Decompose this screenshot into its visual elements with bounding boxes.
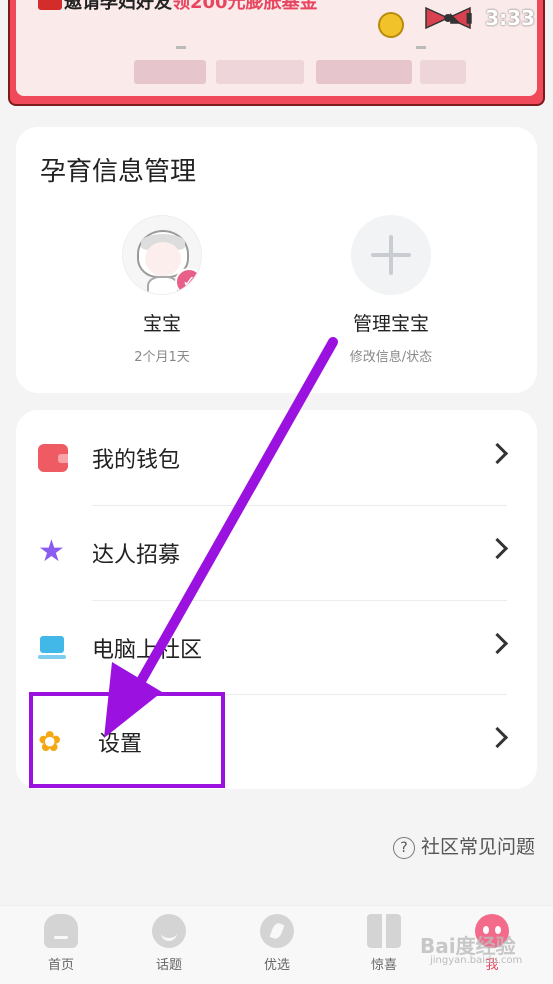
chevron-right-icon [486, 726, 509, 749]
laptop-screen [40, 636, 64, 653]
check-badge-icon: ✓ [175, 268, 201, 294]
watermark-url: jingyan.baidu.com [430, 955, 523, 966]
tab-home[interactable]: 首页 [21, 914, 101, 973]
menu-item-label: 电脑上社区 [92, 638, 203, 663]
red-envelope-icon [38, 0, 62, 10]
chevron-right-icon [486, 442, 509, 465]
plus-icon-bar [371, 253, 411, 257]
tab-label: 首页 [47, 958, 74, 973]
manage-baby[interactable]: 管理宝宝 修改信息/状态 [301, 215, 481, 365]
tab-topics[interactable]: 话题 [129, 914, 209, 973]
faq-link[interactable]: ? 社区常见问题 [392, 832, 535, 859]
add-baby-button[interactable] [351, 215, 431, 295]
avatar-face [145, 242, 181, 276]
tab-label: 惊喜 [370, 958, 397, 973]
leaf-icon [260, 914, 294, 948]
banner-blurred-text [420, 60, 466, 84]
annotation-highlight-box [29, 692, 225, 788]
promo-banner[interactable]: 邀请孕妇好友领200元膨胀基金 ◣ ▮ 3:33 [8, 0, 545, 106]
baby-profile[interactable]: ✓ 宝宝 2个月1天 [72, 215, 252, 365]
banner-text-prefix: 邀请孕妇好友 [64, 0, 172, 13]
question-icon: ? [392, 836, 415, 859]
menu-item-pc-community[interactable]: 电脑上社区 [16, 600, 537, 695]
banner-blurred-text [216, 60, 304, 84]
menu-item-recruit[interactable]: ★ 达人招募 [16, 505, 537, 600]
chat-bubble-icon [152, 914, 186, 948]
banner-blurred-text [134, 60, 206, 84]
tab-picks[interactable]: 优选 [237, 914, 317, 973]
tab-label: 话题 [155, 958, 182, 973]
baby-name: 宝宝 [142, 313, 181, 335]
banner-text-highlight: 领200元膨胀基金 [172, 0, 318, 13]
wallet-icon [38, 444, 68, 472]
banner-dash [176, 46, 186, 49]
faq-label: 社区常见问题 [420, 836, 535, 858]
gift-icon [367, 914, 401, 948]
banner-blurred-text [316, 60, 412, 84]
banner-dash [416, 46, 426, 49]
tab-surprise[interactable]: 惊喜 [344, 914, 424, 973]
status-time: 3:33 [485, 6, 535, 30]
coin-icon [374, 8, 408, 42]
manage-baby-label: 管理宝宝 [352, 313, 429, 335]
status-icons: ◣ ▮ [450, 10, 473, 26]
pregnancy-info-card: 孕育信息管理 ✓ 宝宝 2个月1天 管理宝宝 修改信息/状态 [16, 127, 537, 393]
laptop-base [38, 655, 66, 659]
pregnancy-card-title: 孕育信息管理 [40, 157, 197, 187]
menu-item-wallet[interactable]: 我的钱包 [16, 410, 537, 505]
menu-item-label: 我的钱包 [92, 448, 181, 473]
chevron-right-icon [486, 632, 509, 655]
menu-item-label: 达人招募 [92, 543, 181, 568]
laptop-icon [38, 634, 68, 662]
tab-label: 优选 [263, 958, 290, 973]
chevron-right-icon [486, 537, 509, 560]
manage-baby-sub: 修改信息/状态 [349, 350, 433, 365]
banner-text: 邀请孕妇好友领200元膨胀基金 [64, 0, 318, 14]
baby-age: 2个月1天 [134, 350, 190, 365]
star-icon: ★ [38, 534, 65, 569]
home-icon [44, 914, 78, 948]
baby-avatar[interactable]: ✓ [122, 215, 202, 295]
